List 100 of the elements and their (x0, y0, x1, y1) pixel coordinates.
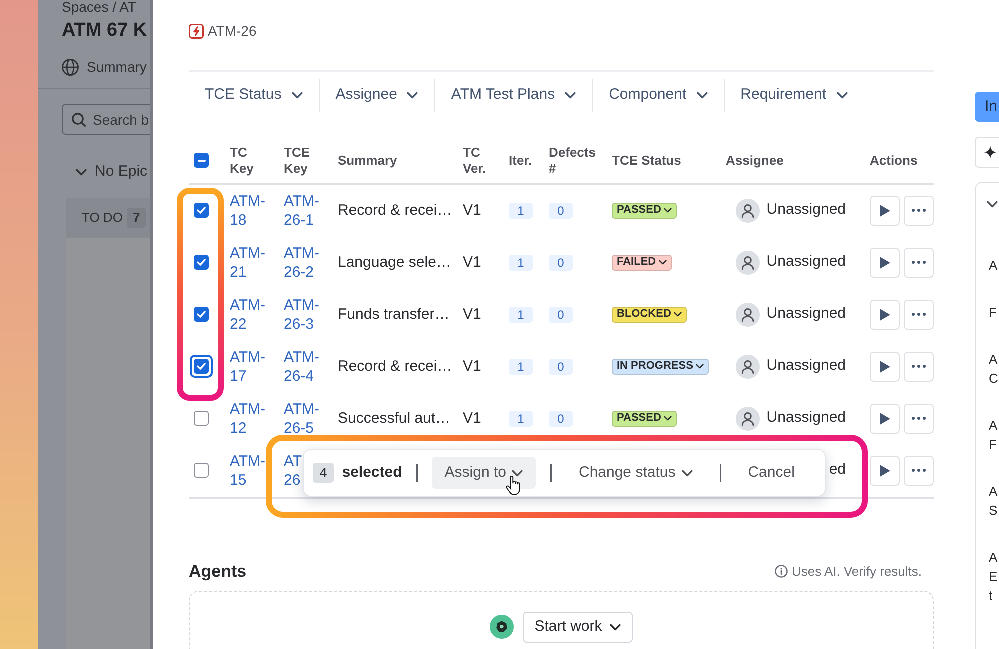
status-dropdown[interactable]: FAILED (612, 254, 672, 271)
column-header: TCE Key (284, 144, 310, 177)
bulk-action-dropdown[interactable]: Assign to (432, 457, 536, 489)
test-case-key-link[interactable]: ATM-12 (230, 400, 266, 438)
field-label: A C (989, 351, 999, 388)
more-icon (912, 209, 926, 212)
row-checkbox[interactable] (194, 411, 209, 426)
epic-group-toggle[interactable]: No Epic (76, 162, 150, 182)
assignee-name: Unassigned (766, 304, 846, 324)
more-icon (912, 261, 926, 264)
chevron-down-icon (696, 92, 708, 100)
checkmark-icon (197, 207, 206, 214)
sparkle-icon (984, 146, 997, 159)
column-header: TC Key (230, 144, 254, 177)
column-header: Summary (338, 152, 398, 169)
execution-key-link[interactable]: ATM-26-2 (284, 244, 320, 282)
chevron-down-icon (292, 92, 303, 100)
test-case-key-link[interactable]: ATM-18 (230, 192, 266, 230)
more-actions-button[interactable] (904, 456, 934, 486)
breadcrumb: Spaces / AT (62, 0, 138, 14)
execution-key-link[interactable]: ATM-26-4 (284, 348, 320, 386)
field-label: A (989, 257, 999, 275)
play-icon (880, 360, 890, 373)
primary-button[interactable]: In (975, 92, 999, 122)
chevron-down-icon (682, 470, 693, 476)
assignee-name: Unassigned (766, 200, 846, 220)
assignee-name: Unassigned (766, 408, 846, 428)
bulk-action-dropdown[interactable]: Change status (566, 457, 706, 489)
search-icon (72, 112, 86, 126)
execution-key-link[interactable]: ATM-26-1 (284, 192, 320, 230)
more-actions-button[interactable] (904, 352, 934, 382)
page-title: ATM 67 K (62, 19, 148, 43)
ai-button[interactable] (975, 137, 999, 168)
status-dropdown[interactable]: PASSED (612, 410, 678, 427)
column-header: TC Ver. (463, 144, 486, 177)
summary-text: Language sele… (338, 254, 452, 271)
checkmark-icon (197, 363, 206, 370)
row-checkbox[interactable] (194, 463, 209, 478)
row-checkbox[interactable] (190, 355, 213, 378)
select-all-checkbox[interactable] (194, 153, 209, 168)
row-checkbox[interactable] (194, 203, 209, 218)
more-actions-button[interactable] (904, 248, 934, 278)
more-actions-button[interactable] (904, 404, 934, 434)
more-actions-button[interactable] (904, 300, 934, 330)
hexagon-badge-icon (490, 615, 514, 640)
iteration-count: 1 (509, 306, 533, 323)
execution-key-link[interactable]: ATM-26-3 (284, 296, 320, 334)
assignee-name: Unassigned (766, 252, 846, 272)
filter-dropdown[interactable]: Requirement (724, 78, 864, 113)
field-label: F (989, 304, 998, 322)
filter-dropdown[interactable]: Assignee (320, 78, 434, 113)
execution-key-link[interactable]: AT 26 (284, 452, 302, 490)
defect-count: 0 (549, 410, 573, 427)
defect-count: 0 (549, 202, 573, 219)
run-button[interactable] (870, 248, 900, 278)
test-case-key-link[interactable]: ATM-22 (230, 296, 266, 334)
start-work-dropdown[interactable]: Start work (522, 612, 634, 643)
play-icon (880, 256, 890, 269)
filter-dropdown[interactable]: ATM Test Plans (435, 78, 592, 113)
iteration-count: 1 (509, 358, 533, 375)
field-label: A F (989, 417, 998, 454)
run-button[interactable] (870, 196, 900, 226)
execution-key-link[interactable]: ATM-26-5 (284, 400, 320, 438)
checkmark-icon (197, 311, 206, 318)
assignee-name: ed (829, 460, 846, 480)
run-button[interactable] (870, 404, 900, 434)
test-case-key-link[interactable]: ATM-21 (230, 244, 266, 282)
work-item-key-link[interactable]: ATM-26 (208, 20, 257, 42)
column-header: Assignee (726, 152, 785, 169)
globe-icon (62, 58, 79, 76)
run-button[interactable] (870, 300, 900, 330)
play-icon (880, 204, 890, 217)
section-title: Agents (189, 560, 247, 583)
more-icon (912, 417, 926, 420)
chevron-down-icon (836, 92, 848, 100)
play-icon (880, 412, 890, 425)
field-label: A E t (989, 549, 999, 605)
row-checkbox[interactable] (194, 307, 209, 322)
cancel-button[interactable]: Cancel (735, 457, 808, 489)
test-case-key-link[interactable]: ATM-15 (230, 452, 266, 490)
search-field[interactable]: Search b (62, 104, 150, 135)
run-button[interactable] (870, 456, 900, 486)
filter-dropdown[interactable]: TCE Status (189, 78, 319, 113)
summary-text: Successful aut… (338, 410, 451, 427)
status-dropdown[interactable]: IN PROGRESS (612, 358, 710, 375)
status-dropdown[interactable]: BLOCKED (612, 306, 688, 323)
test-case-key-link[interactable]: ATM-17 (230, 348, 266, 386)
filter-dropdown[interactable]: Component (593, 78, 724, 113)
status-dropdown[interactable]: PASSED (612, 202, 678, 219)
chevron-down-icon (696, 364, 704, 370)
version-text: V1 (463, 410, 482, 427)
row-checkbox[interactable] (194, 255, 209, 270)
play-icon (880, 308, 890, 321)
run-button[interactable] (870, 352, 900, 382)
more-actions-button[interactable] (904, 196, 934, 226)
summary-tab[interactable]: Summary (62, 57, 150, 77)
chevron-down-icon (664, 208, 672, 214)
selected-label: selected (342, 462, 402, 483)
chevron-down-icon (664, 416, 672, 422)
issue-count: 7 (126, 208, 146, 228)
